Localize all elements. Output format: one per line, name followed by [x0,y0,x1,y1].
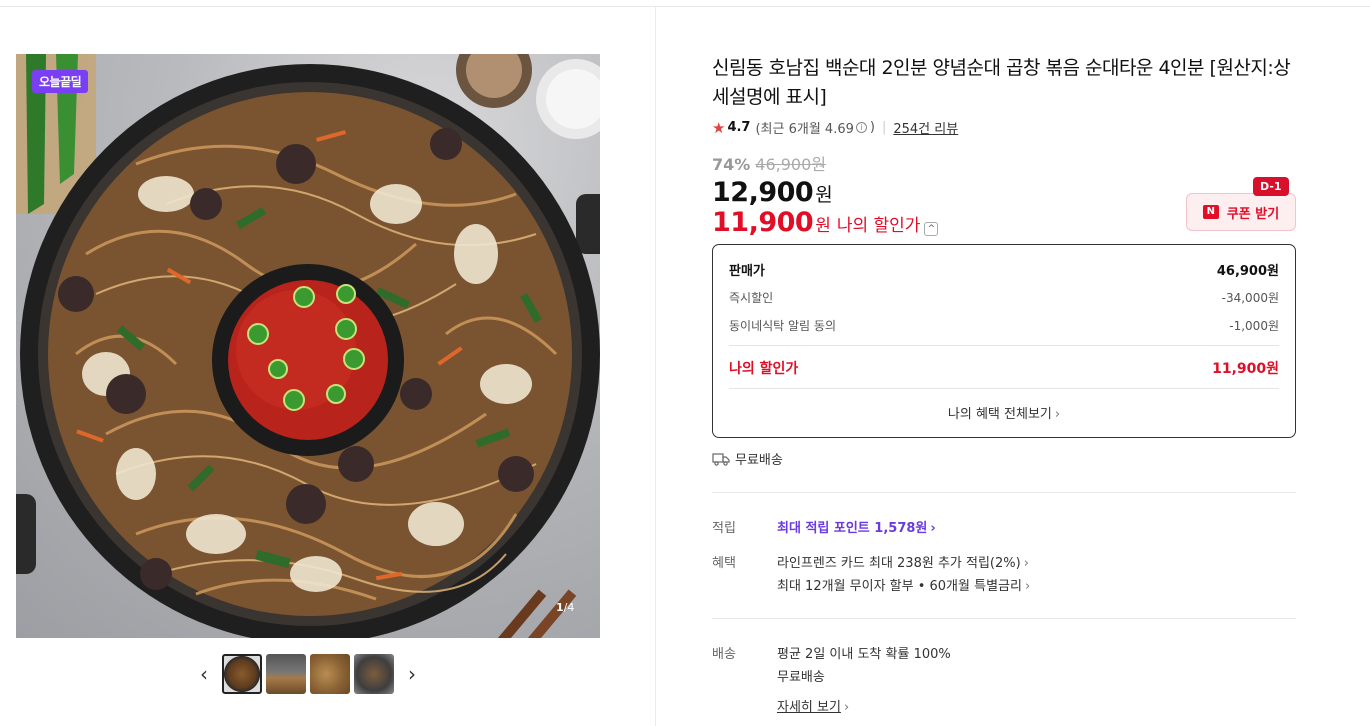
price-row-label: 판매가 [729,264,765,279]
my-price: 11,900 [712,207,814,238]
price-row-value: 11,900원 [1212,361,1279,377]
free-shipping-tag: 무료배송 [712,449,783,468]
price-row-value: -1,000원 [1229,319,1279,333]
thumbnail-3[interactable] [310,654,350,694]
benefit-label: 혜택 [712,556,736,571]
price-row-sale: 판매가 46,900원 [729,260,1279,279]
rating-recent-close: ) [869,120,875,135]
section-divider [712,618,1296,619]
info-icon[interactable]: i [855,122,867,133]
product-title: 신림동 호남집 백순대 2인분 양념순대 곱창 볶음 순대타운 4인분 [원산지… [712,57,1291,108]
sale-price: 12,900 [712,177,814,208]
chevron-right-icon: › [1023,556,1029,571]
review-count-link[interactable]: 254건 리뷰 [893,118,958,137]
sale-price-unit: 원 [815,184,833,206]
all-benefits-label: 나의 혜택 전체보기 [947,407,1052,422]
price-box-divider [729,345,1279,346]
thumbnail-1[interactable] [222,654,262,694]
price-breakdown-box: 판매가 46,900원 즉시할인 -34,000원 동이네식탁 알림 동의 -1… [712,244,1296,438]
price-row-my-price: 나의 할인가 11,900원 [729,358,1279,378]
benefit-installment-link[interactable]: 최대 12개월 무이자 할부 • 60개월 특별금리 › [777,575,1030,594]
dday-badge: D-1 [1253,177,1289,196]
top-divider [0,6,1370,7]
discount-rate: 74% [712,155,751,174]
original-price: 46,900원 [755,155,827,174]
price-row-label: 즉시할인 [729,291,774,305]
delivery-fee: 무료배송 [777,670,825,685]
rating-score: 4.7 [727,120,751,135]
section-divider [712,492,1296,493]
points-value: 최대 적립 포인트 1,578원 [777,521,928,536]
sale-price-row: 12,900 원 [712,177,833,208]
thumbnail-4[interactable] [354,654,394,694]
price-row-value: -34,000원 [1221,291,1279,305]
rating-recent: (최근 6개월 4.69 [755,122,854,137]
my-price-label: 나의 할인가 [836,216,921,236]
chevron-right-icon: › [1054,407,1061,422]
delivery-details-label: 자세히 보기 [777,700,841,715]
coupon-button-label: 쿠폰 받기 [1226,206,1280,222]
food-photo-illustration [16,54,600,638]
chevron-right-icon: › [843,700,850,715]
price-row-instant-discount: 즉시할인 -34,000원 [729,289,1279,306]
my-price-row: 11,900 원 나의 할인가 ^ [712,207,939,238]
delivery-details-link[interactable]: 자세히 보기 › [777,696,849,715]
price-row-alert-consent: 동이네식탁 알림 동의 -1,000원 [729,317,1279,334]
benefit-card-link[interactable]: 라인프렌즈 카드 최대 238원 추가 적립(2%) › [777,552,1029,571]
chevron-right-icon: › [1024,579,1031,594]
image-counter-current: 1 [556,601,564,614]
benefit-card-text: 라인프렌즈 카드 최대 238원 추가 적립(2%) [777,556,1021,571]
rating-row: ★ 4.7 (최근 6개월 4.69 i ) | 254건 리뷰 [712,118,958,138]
price-row-value: 46,900원 [1216,264,1279,279]
product-main-image[interactable] [16,54,600,638]
price-row-label: 나의 할인가 [729,361,799,377]
star-icon: ★ [712,118,726,137]
thumbnail-2[interactable] [266,654,306,694]
free-shipping-label: 무료배송 [735,453,783,468]
column-divider [655,7,656,726]
discount-row: 74% 46,900원 [712,151,826,175]
delivery-label: 배송 [712,647,736,662]
points-link[interactable]: 최대 적립 포인트 1,578원 › [777,517,936,536]
delivery-probability: 평균 2일 이내 도착 확률 100% [777,647,951,662]
benefit-installment-text: 최대 12개월 무이자 할부 • 60개월 특별금리 [777,579,1022,594]
chevron-left-icon[interactable]: ‹ [196,662,212,686]
points-label: 적립 [712,521,736,536]
chevron-right-icon[interactable]: › [404,662,420,686]
image-counter: 1/4 [556,601,574,614]
image-counter-total: /4 [563,601,575,614]
separator: | [881,120,887,135]
coupon-button[interactable]: N 쿠폰 받기 [1186,193,1296,231]
chevron-up-icon[interactable]: ^ [924,222,939,236]
truck-icon [712,452,730,466]
today-deal-badge: 오늘끝딜 [32,70,89,93]
chevron-right-icon: › [930,521,936,536]
price-box-divider [729,388,1279,389]
price-row-label: 동이네식탁 알림 동의 [729,319,836,333]
naver-n-icon: N [1202,205,1219,219]
all-benefits-link[interactable]: 나의 혜택 전체보기 › [713,403,1295,422]
my-price-unit: 원 [815,216,831,236]
